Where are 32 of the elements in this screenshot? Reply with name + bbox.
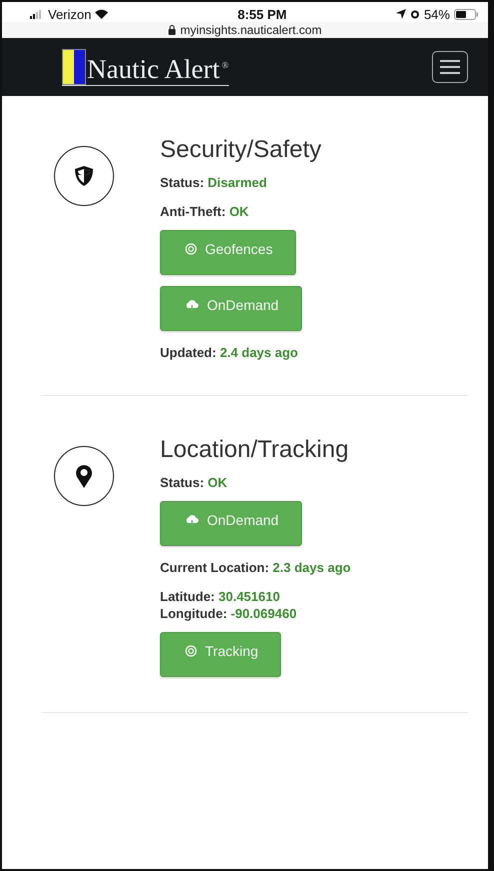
cloud-download-icon xyxy=(185,514,199,526)
lock-icon xyxy=(168,25,176,35)
info-line: Updated: 2.4 days ago xyxy=(160,344,298,361)
map-pin-icon xyxy=(54,446,114,506)
menu-icon xyxy=(440,60,460,74)
action-button[interactable]: OnDemand xyxy=(160,286,302,331)
location-arrow-icon xyxy=(396,9,406,19)
action-button[interactable]: OnDemand xyxy=(160,501,302,546)
battery-icon xyxy=(454,8,478,20)
carrier-name: Verizon xyxy=(48,6,92,22)
clock-time: 8:55 PM xyxy=(238,6,287,22)
section-title: Security/Safety xyxy=(160,136,322,164)
target-icon xyxy=(185,242,197,254)
flag-icon xyxy=(62,48,86,84)
info-line: Latitude: 30.451610 xyxy=(160,588,281,605)
info-line: Current Location: 2.3 days ago xyxy=(160,559,351,576)
shield-icon xyxy=(54,146,114,206)
signal-icon xyxy=(30,10,44,18)
target-icon xyxy=(185,644,197,656)
menu-button[interactable] xyxy=(432,51,468,83)
info-line: Longitude: -90.069460 xyxy=(160,605,297,622)
brand-logo[interactable]: Nautic Alert$^{®}$ xyxy=(87,50,229,84)
section-title: Location/Tracking xyxy=(160,436,349,464)
action-button[interactable]: Geofences xyxy=(160,230,296,275)
alarm-clock-icon xyxy=(410,9,420,19)
info-line: Anti-Theft: OK xyxy=(160,203,249,220)
battery-percent: 54% xyxy=(424,6,450,22)
info-line: Status: Disarmed xyxy=(160,174,267,191)
action-button[interactable]: Tracking xyxy=(160,632,282,677)
cloud-download-icon xyxy=(185,298,199,310)
info-line: Status: OK xyxy=(160,474,228,491)
wifi-icon xyxy=(95,9,108,19)
